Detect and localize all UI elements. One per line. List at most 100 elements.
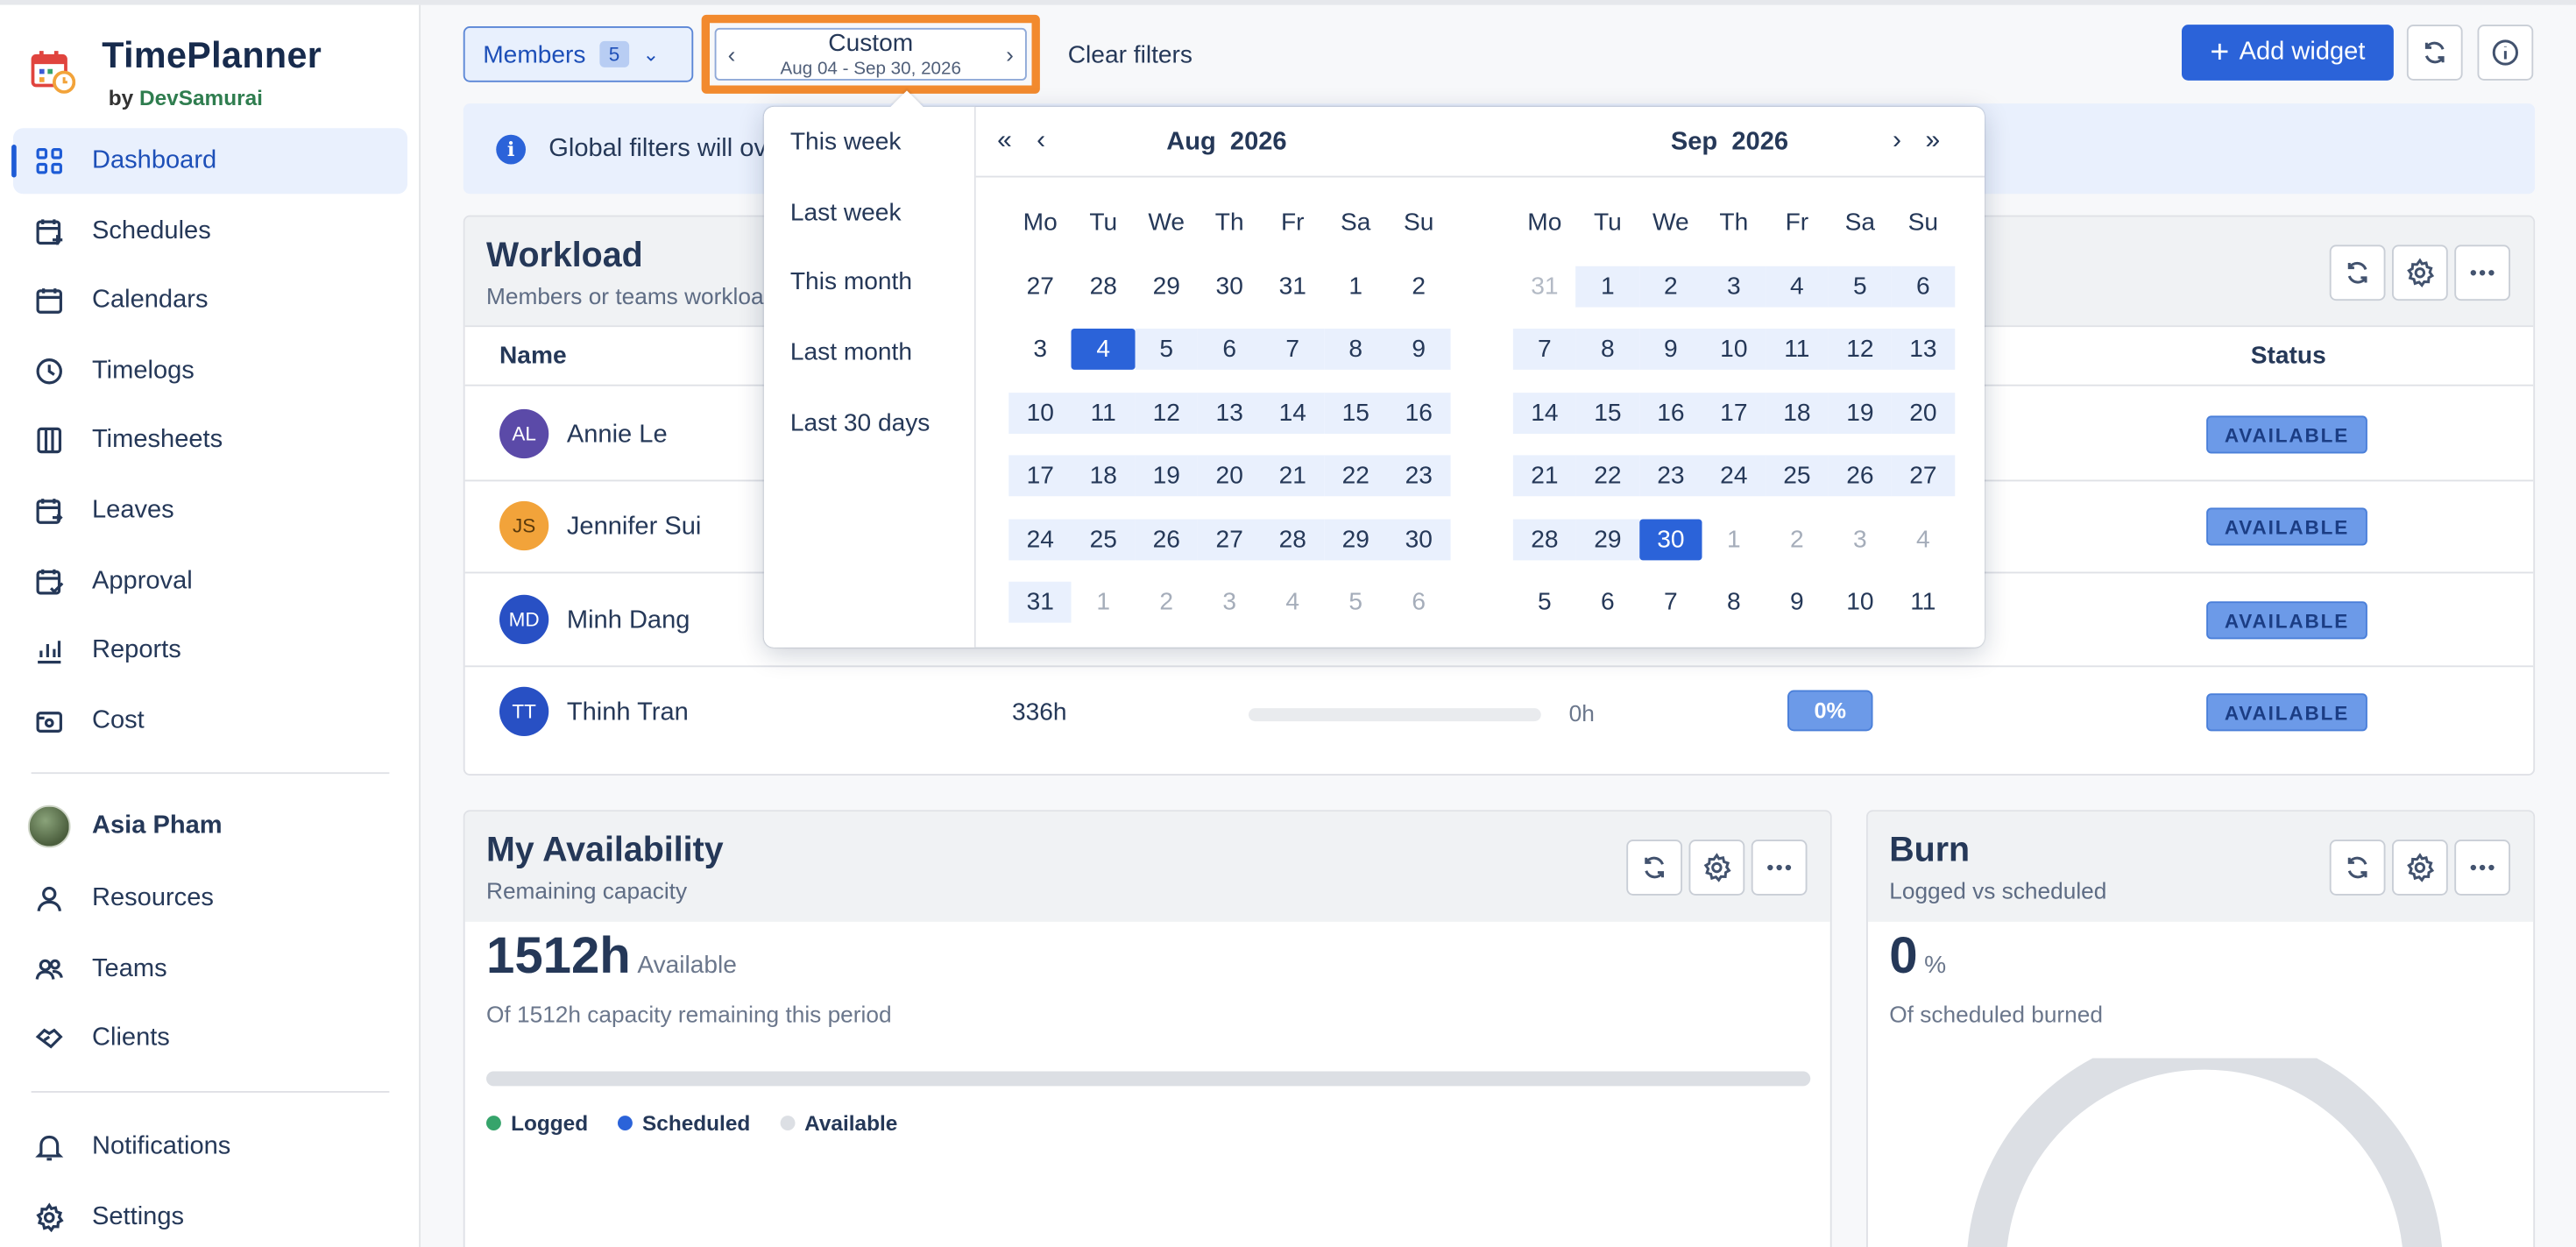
refresh-button[interactable] [1626, 840, 1682, 896]
calendar-day[interactable]: 31 [1261, 266, 1324, 308]
calendar-day[interactable]: 23 [1387, 455, 1451, 497]
refresh-button[interactable] [2406, 25, 2463, 81]
date-range-button[interactable]: ‹ Custom Aug 04 - Sep 30, 2026 › [714, 27, 1027, 81]
calendar-day[interactable]: 18 [1072, 455, 1136, 497]
calendar-day[interactable]: 3 [1008, 329, 1072, 371]
calendar-day[interactable]: 24 [1702, 455, 1766, 497]
calendar-day[interactable]: 9 [1638, 329, 1702, 371]
calendar-day[interactable]: 2 [1387, 266, 1450, 308]
calendar-day[interactable]: 10 [1829, 582, 1892, 623]
sidebar-item-teams[interactable]: Teams [13, 936, 407, 1002]
preset-this-week[interactable]: This week [764, 126, 974, 196]
calendar-day[interactable]: 7 [1639, 582, 1702, 623]
calendar-day[interactable]: 30 [1638, 518, 1702, 560]
calendar-day[interactable]: 31 [1513, 266, 1576, 308]
calendar-day[interactable]: 27 [1891, 455, 1955, 497]
sidebar-item-settings[interactable]: Settings [13, 1184, 407, 1247]
info-button[interactable] [2477, 25, 2534, 81]
calendar-day[interactable]: 17 [1702, 392, 1766, 434]
calendar-day[interactable]: 7 [1512, 329, 1576, 371]
calendar-day[interactable]: 1 [1072, 582, 1135, 623]
preset-this-month[interactable]: This month [764, 266, 974, 337]
more-button[interactable] [1751, 840, 1808, 896]
chevron-right-icon[interactable]: › [1893, 126, 1901, 156]
sidebar-item-calendars[interactable]: Calendars [13, 268, 407, 334]
calendar-day[interactable]: 1 [1324, 266, 1387, 308]
calendar-day[interactable]: 21 [1261, 455, 1325, 497]
calendar-day[interactable]: 1 [1702, 519, 1766, 560]
calendar-day[interactable]: 21 [1512, 455, 1576, 497]
sidebar-item-dashboard[interactable]: Dashboard [11, 128, 407, 195]
calendar-day[interactable]: 1 [1575, 266, 1639, 308]
calendar-day[interactable]: 27 [1008, 266, 1072, 308]
calendar-day[interactable]: 8 [1575, 329, 1639, 371]
calendar-day[interactable]: 4 [1765, 266, 1829, 308]
calendar-day[interactable]: 29 [1135, 266, 1198, 308]
calendar-day[interactable]: 6 [1576, 582, 1639, 623]
calendar-day[interactable]: 11 [1072, 392, 1136, 434]
calendar-day[interactable]: 28 [1072, 266, 1135, 308]
chevron-left-icon[interactable]: ‹ [1037, 126, 1045, 156]
sidebar-item-timelogs[interactable]: Timelogs [13, 338, 407, 404]
calendar-day[interactable]: 10 [1702, 329, 1766, 371]
sidebar-item-leaves[interactable]: Leaves [13, 478, 407, 544]
calendar-day[interactable]: 25 [1765, 455, 1829, 497]
calendar-day[interactable]: 16 [1638, 392, 1702, 434]
refresh-button[interactable] [2329, 840, 2386, 896]
calendar-day[interactable]: 19 [1135, 455, 1199, 497]
preset-last-week[interactable]: Last week [764, 196, 974, 266]
calendar-day[interactable]: 19 [1828, 392, 1892, 434]
calendar-day[interactable]: 26 [1135, 518, 1199, 560]
calendar-day[interactable]: 2 [1638, 266, 1702, 308]
calendar-day[interactable]: 30 [1198, 266, 1261, 308]
calendar-day[interactable]: 28 [1261, 518, 1325, 560]
calendar-day[interactable]: 25 [1072, 518, 1136, 560]
calendar-day[interactable]: 6 [1387, 582, 1450, 623]
calendar-day[interactable]: 26 [1828, 455, 1892, 497]
calendar-day[interactable]: 6 [1198, 329, 1262, 371]
calendar-day[interactable]: 31 [1008, 581, 1072, 623]
calendar-day[interactable]: 2 [1135, 582, 1198, 623]
calendar-day[interactable]: 8 [1702, 582, 1766, 623]
calendar-day[interactable]: 17 [1008, 455, 1072, 497]
user-profile[interactable]: Asia Pham [27, 804, 223, 848]
refresh-button[interactable] [2329, 244, 2386, 301]
calendar-day[interactable]: 27 [1198, 518, 1262, 560]
calendar-day[interactable]: 15 [1575, 392, 1639, 434]
sidebar-item-timesheets[interactable]: Timesheets [13, 408, 407, 474]
calendar-day[interactable]: 9 [1766, 582, 1829, 623]
chevron-double-right-icon[interactable]: » [1926, 126, 1941, 156]
more-button[interactable] [2454, 244, 2510, 301]
preset-last-month[interactable]: Last month [764, 337, 974, 407]
calendar-day[interactable]: 4 [1261, 582, 1324, 623]
preset-last-30-days[interactable]: Last 30 days [764, 407, 974, 478]
chevron-left-icon[interactable]: ‹ [728, 41, 736, 67]
add-widget-button[interactable]: + Add widget [2182, 25, 2394, 81]
sidebar-item-schedules[interactable]: Schedules [13, 198, 407, 264]
calendar-day[interactable]: 5 [1828, 266, 1892, 308]
calendar-day[interactable]: 3 [1702, 266, 1766, 308]
calendar-day[interactable]: 7 [1261, 329, 1325, 371]
sidebar-item-resources[interactable]: Resources [13, 866, 407, 932]
calendar-day[interactable]: 28 [1512, 518, 1576, 560]
settings-button[interactable] [2392, 840, 2448, 896]
calendar-day[interactable]: 30 [1387, 518, 1451, 560]
chevron-double-left-icon[interactable]: « [997, 126, 1012, 156]
sidebar-item-reports[interactable]: Reports [13, 618, 407, 684]
calendar-day[interactable]: 13 [1891, 329, 1955, 371]
members-filter-button[interactable]: Members 5 ⌄ [463, 26, 694, 82]
calendar-day[interactable]: 18 [1765, 392, 1829, 434]
sidebar-item-notifications[interactable]: Notifications [13, 1114, 407, 1180]
calendar-day[interactable]: 13 [1198, 392, 1262, 434]
clear-filters-button[interactable]: Clear filters [1068, 41, 1192, 69]
chevron-right-icon[interactable]: › [1006, 41, 1014, 67]
sidebar-item-clients[interactable]: Clients [13, 1006, 407, 1072]
calendar-day[interactable]: 23 [1638, 455, 1702, 497]
calendar-day[interactable]: 8 [1324, 329, 1388, 371]
calendar-day[interactable]: 14 [1261, 392, 1325, 434]
calendar-day[interactable]: 11 [1892, 582, 1955, 623]
settings-button[interactable] [1688, 840, 1745, 896]
calendar-day[interactable]: 5 [1135, 329, 1199, 371]
table-row[interactable]: TT Thinh Tran 336h 0h 0% AVAILABLE [465, 665, 2534, 759]
calendar-day[interactable]: 10 [1008, 392, 1072, 434]
